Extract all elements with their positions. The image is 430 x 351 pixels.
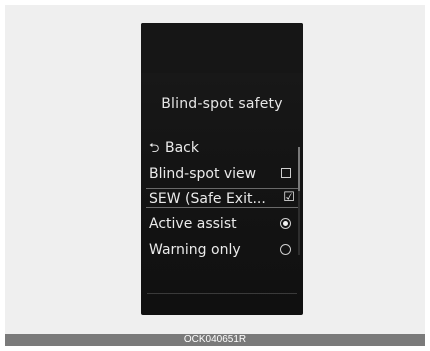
display-screen: Blind-spot safety ⮌ Back Blind-spot view …	[141, 23, 303, 315]
caption-bar: OCK040651R	[5, 334, 425, 346]
back-label: Back	[165, 140, 199, 156]
menu-item-label: Active assist	[149, 216, 237, 232]
back-arrow-icon: ⮌	[149, 141, 160, 156]
scrollbar-thumb[interactable]	[298, 147, 300, 191]
back-menu-item[interactable]: ⮌ Back	[149, 137, 297, 159]
menu-item-sew[interactable]: SEW (Safe Exit... ☑	[146, 188, 300, 208]
menu-item-label: Warning only	[149, 242, 241, 258]
menu-item-blind-spot-view[interactable]: Blind-spot view	[149, 163, 297, 185]
screen-top-band	[141, 23, 303, 73]
screen-title: Blind-spot safety	[161, 96, 283, 112]
figure-code: OCK040651R	[183, 334, 247, 345]
blind-spot-view-checkbox[interactable]	[281, 168, 291, 178]
menu-item-warning-only[interactable]: Warning only	[149, 239, 297, 261]
menu-item-label: SEW (Safe Exit...	[149, 191, 266, 207]
menu-item-active-assist[interactable]: Active assist	[149, 213, 297, 235]
sew-checkmark-icon[interactable]: ☑	[282, 191, 296, 205]
warning-only-radio[interactable]	[280, 244, 291, 255]
screen-divider	[147, 293, 297, 294]
active-assist-radio[interactable]	[280, 218, 291, 229]
back-label-wrap: ⮌ Back	[149, 137, 199, 160]
menu-item-label: Blind-spot view	[149, 166, 257, 182]
